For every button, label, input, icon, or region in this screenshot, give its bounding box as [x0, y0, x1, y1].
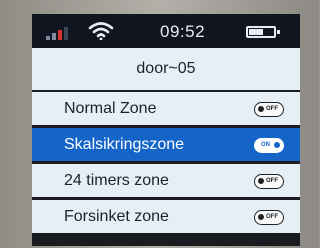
zone-label: Normal Zone	[64, 100, 157, 117]
battery-icon	[246, 26, 280, 38]
toggle-knob	[258, 106, 264, 112]
status-time: 09:52	[160, 22, 206, 41]
page-title: door~05	[32, 48, 300, 90]
zone-item-normal[interactable]: Normal Zone OFF	[32, 92, 300, 128]
wifi-icon	[88, 22, 114, 41]
zone-list: Normal Zone OFF Skalsikringszone ON 24 t…	[32, 92, 300, 236]
zone-toggle[interactable]: OFF	[254, 174, 284, 189]
toggle-knob	[258, 178, 264, 184]
zone-item-forsinket[interactable]: Forsinket zone OFF	[32, 200, 300, 236]
battery-fill	[249, 29, 263, 35]
zone-item-24-timers[interactable]: 24 timers zone OFF	[32, 164, 300, 200]
toggle-state: OFF	[266, 178, 278, 184]
zone-label: Skalsikringszone	[64, 136, 185, 153]
battery-tip	[277, 30, 280, 34]
zone-label: 24 timers zone	[64, 172, 169, 189]
signal-weak-icon	[46, 24, 74, 40]
zone-label: Forsinket zone	[64, 208, 169, 225]
zone-toggle[interactable]: OFF	[254, 102, 284, 117]
toggle-state: OFF	[266, 214, 278, 220]
status-bar: 09:52	[32, 14, 300, 48]
toggle-state: OFF	[266, 106, 278, 112]
zone-item-skalsikring[interactable]: Skalsikringszone ON	[32, 128, 300, 164]
device-screen: 09:52 door~05 Normal Zone OFF Skalsikrin…	[32, 14, 300, 246]
toggle-knob	[258, 214, 264, 220]
zone-toggle[interactable]: OFF	[254, 210, 284, 225]
screen-bottom-edge	[32, 240, 300, 246]
toggle-knob	[274, 142, 280, 148]
zone-toggle[interactable]: ON	[254, 138, 284, 153]
toggle-state: ON	[261, 142, 270, 148]
